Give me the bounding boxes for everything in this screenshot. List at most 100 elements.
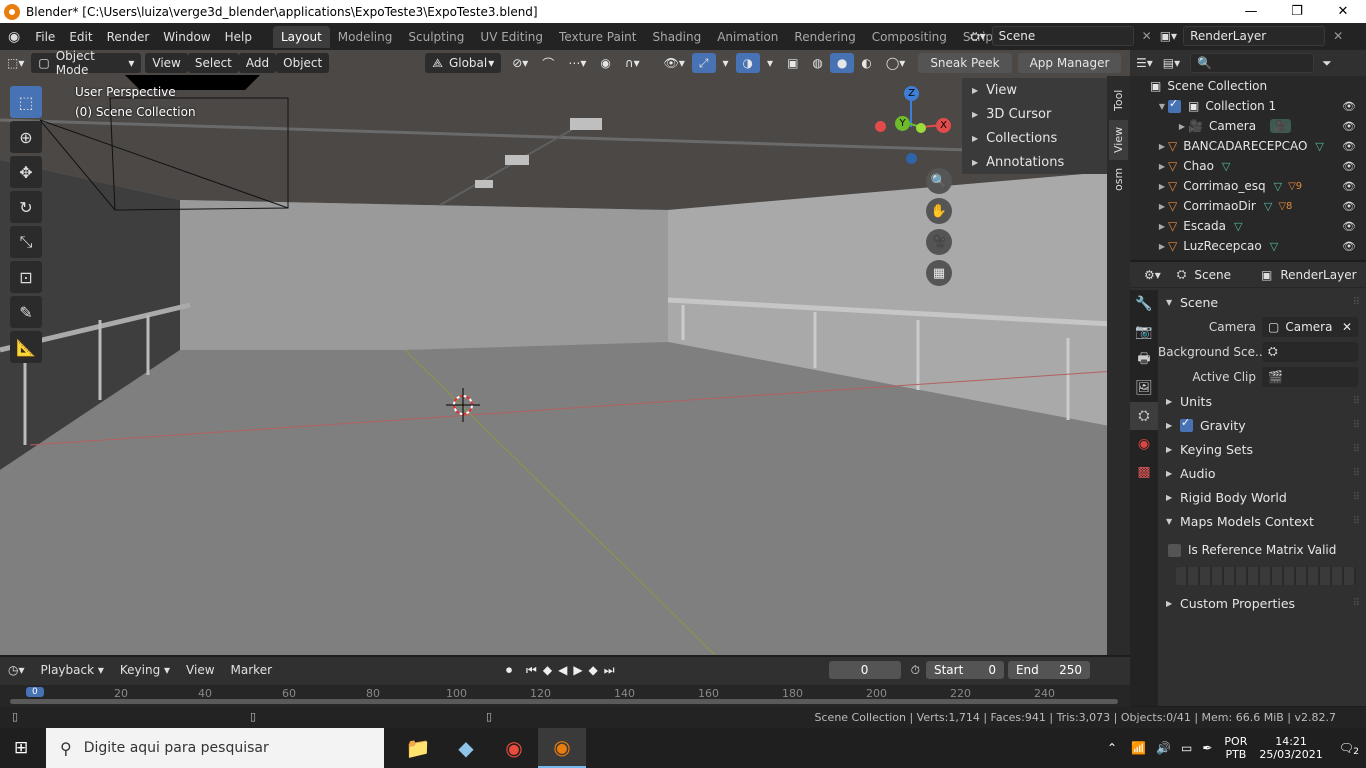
outliner-row-camera[interactable]: ▶ 🎥 Camera 🎥 👁 [1130,116,1366,136]
tab-sculpting[interactable]: Sculpting [400,26,472,48]
grip-icon[interactable]: ⠿ [1353,516,1360,527]
pan-hand-icon[interactable]: ✋ [926,198,952,224]
tab-texture-paint[interactable]: Texture Paint [551,26,644,48]
3d-viewport[interactable]: Z X Y ⬚▾ ▢ Object Mode ▾ View Select Add … [0,50,1130,655]
camera-field[interactable]: ▢ Camera ✕ [1262,316,1358,337]
pivot-icon[interactable]: ⊘▾ [505,53,535,73]
camera-view-icon[interactable]: 🎥 [926,229,952,255]
grip-icon[interactable]: ⠿ [1353,396,1360,407]
app-icon[interactable]: ◆ [442,728,490,768]
panel-audio[interactable]: ▶ Audio ⠿ [1158,461,1366,485]
gizmo-neg-x[interactable] [875,121,886,132]
texture-tab-icon[interactable]: ▩ [1130,458,1158,486]
windows-start-icon[interactable]: ⊞ [14,738,28,758]
tab-layout[interactable]: Layout [272,25,330,48]
gizmo-neg-z[interactable] [906,153,917,164]
blender-taskbar-icon[interactable]: ◉ [538,728,586,768]
visibility-icon[interactable]: 👁▾ [657,53,692,73]
tab-tool[interactable]: Tool [1109,84,1128,116]
viewport-menu-view[interactable]: View [145,53,188,73]
eye-icon[interactable]: 👁 [1342,240,1356,253]
tool-tab-icon[interactable]: 🔧 [1130,290,1158,318]
grip-icon[interactable]: ⠿ [1353,492,1360,503]
tab-view[interactable]: View [1109,120,1128,160]
annotate-icon[interactable]: ✎ [10,296,42,328]
matrix-field[interactable] [1176,567,1356,585]
panel-rigid-body[interactable]: ▶ Rigid Body World ⠿ [1158,485,1366,509]
outliner-row-corrimao-esq[interactable]: ▶ ▽ Corrimao_esq ▽ ▽9 👁 [1130,176,1366,196]
jump-end-icon[interactable]: ⏭ [604,663,615,678]
outliner-row-escada[interactable]: ▶ ▽ Escada ▽ 👁 [1130,216,1366,236]
output-tab-icon[interactable]: 🖶 [1130,346,1158,374]
falloff-icon[interactable]: ∩▾ [618,53,647,73]
timeline-menu-keying[interactable]: Keying ▾ [112,663,178,677]
maximize-icon[interactable]: ❐ [1274,0,1320,23]
language-indicator[interactable]: POR PTB [1224,735,1247,761]
sneak-peek-button[interactable]: Sneak Peek [918,53,1012,73]
menu-file[interactable]: File [28,30,62,44]
gizmo-x[interactable]: X [936,118,951,133]
menu-window[interactable]: Window [156,30,217,44]
viewport-menu-object[interactable]: Object [276,53,330,73]
layer-close-icon[interactable]: ✕ [1333,29,1343,43]
snap-target-icon[interactable]: ⋯▾ [561,53,593,73]
shading-solid-icon[interactable]: ● [829,53,855,73]
prev-keyframe-icon[interactable]: ◆ [543,663,552,677]
taskbar-search[interactable]: ⚲ Digite aqui para pesquisar [46,728,384,768]
render-tab-icon[interactable]: 📷 [1130,318,1158,346]
gravity-checkbox[interactable] [1180,416,1193,432]
gizmo-center[interactable] [916,123,926,133]
orientation-dropdown[interactable]: ⟁ Global ▾ [425,53,502,73]
pen-icon[interactable]: ✒ [1202,741,1212,755]
npanel-collections[interactable]: ▶ Collections [962,126,1107,150]
outliner-row-collection-1[interactable]: ▼ ▣ Collection 1 👁 [1130,96,1366,116]
chrome-icon[interactable]: ◉ [490,728,538,768]
overlays-dropdown-icon[interactable]: ▾ [760,53,780,73]
panel-custom-properties[interactable]: ▶ Custom Properties ⠿ [1158,591,1366,615]
clock[interactable]: 14:21 25/03/2021 [1259,735,1322,761]
scene-collection-row[interactable]: ▣ Scene Collection [1130,76,1366,96]
eye-icon[interactable]: 👁 [1342,100,1356,113]
network-icon[interactable]: 📶 [1131,741,1146,755]
current-frame-field[interactable]: 0 [828,661,901,679]
active-clip-field[interactable]: 🎬 [1262,366,1358,387]
render-layer-icon[interactable]: ▣▾ [1160,29,1177,43]
properties-editor-icon[interactable]: ⚙▾ [1144,268,1161,282]
scale-icon[interactable]: ⤡ [10,226,42,258]
timeline-menu-marker[interactable]: Marker [223,663,280,677]
view-layer-tab-icon[interactable]: 🖼 [1130,374,1158,402]
scene-tab-icon[interactable]: ⛭ [1130,402,1158,430]
blender-menu-icon[interactable]: ◉ [8,29,20,45]
clear-icon[interactable]: ✕ [1342,320,1352,334]
file-explorer-icon[interactable]: 📁 [394,728,442,768]
grip-icon[interactable]: ⠿ [1353,468,1360,479]
eye-icon[interactable]: 👁 [1342,200,1356,213]
timeline-scrollbar[interactable] [10,699,1118,704]
eye-icon[interactable]: 👁 [1342,180,1356,193]
panel-gravity[interactable]: ▶ Gravity ⠿ [1158,413,1366,437]
npanel-annotations[interactable]: ▶ Annotations [962,150,1107,174]
move-icon[interactable]: ✥ [10,156,42,188]
menu-edit[interactable]: Edit [62,30,99,44]
proportional-edit-icon[interactable]: ◉ [593,53,617,73]
select-box-icon[interactable]: ⬚ [10,86,42,118]
notification-icon[interactable]: 🗨 2 [1339,741,1359,757]
record-icon[interactable]: ⏺ [506,663,512,678]
battery-icon[interactable]: ▭ [1181,741,1192,755]
viewport-menu-add[interactable]: Add [238,53,277,73]
close-icon[interactable]: ✕ [1320,0,1366,23]
tab-osm[interactable]: osm [1109,164,1128,194]
exclude-checkbox[interactable] [1168,97,1181,113]
minimize-icon[interactable]: — [1228,0,1274,23]
world-tab-icon[interactable]: ◉ [1130,430,1158,458]
outliner-editor-icon[interactable]: ☰▾ [1136,56,1153,70]
outliner-row-chao[interactable]: ▶ ▽ Chao ▽ 👁 [1130,156,1366,176]
eye-icon[interactable]: 👁 [1342,140,1356,153]
timeline-ruler[interactable]: 0 20 40 60 80 100 120 140 160 180 200 22… [0,685,1130,707]
preview-range-icon[interactable]: ⏱ [911,663,920,678]
app-manager-button[interactable]: App Manager [1017,53,1122,73]
outliner-row-luzrecepcao[interactable]: ▶ ▽ LuzRecepcao ▽ 👁 [1130,236,1366,256]
tab-shading[interactable]: Shading [644,26,709,48]
filter-icon[interactable]: ⏷ [1322,56,1332,71]
menu-render[interactable]: Render [100,30,157,44]
